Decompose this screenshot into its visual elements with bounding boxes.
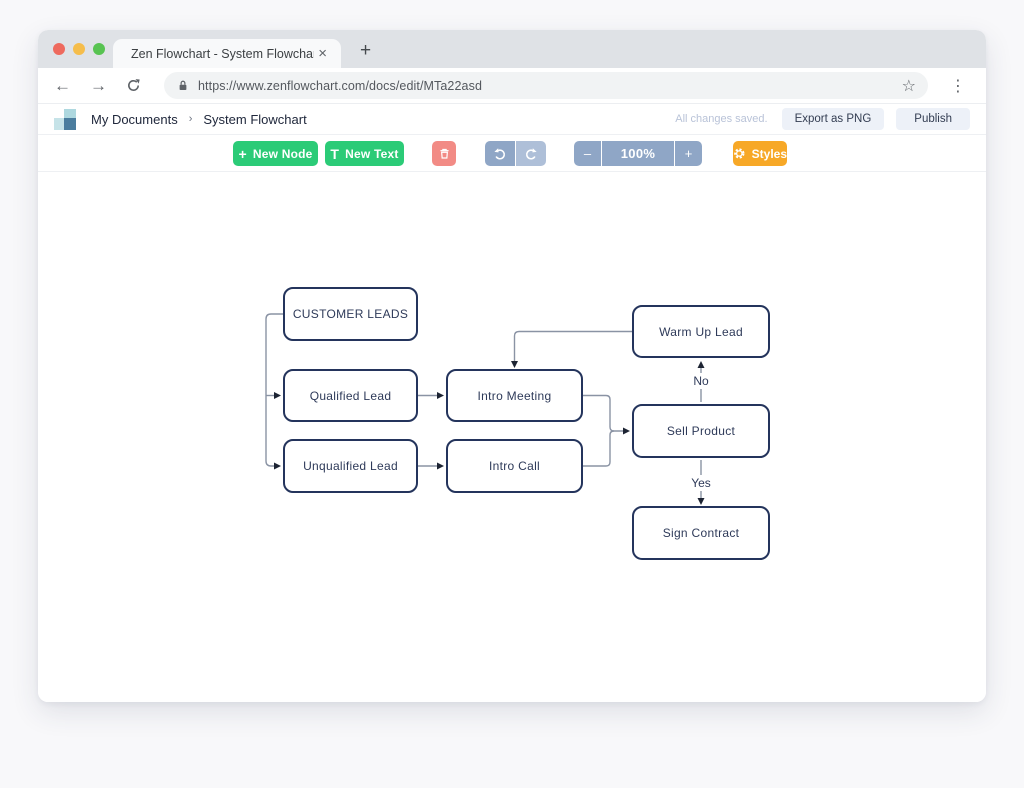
back-icon[interactable]: ← xyxy=(54,77,71,94)
breadcrumb-document-title[interactable]: System Flowchart xyxy=(203,112,306,127)
editor-toolbar: + New Node T New Text – 100% + Styles xyxy=(38,135,986,172)
node-label: CUSTOMER LEADS xyxy=(293,307,408,321)
node-label: Sell Product xyxy=(667,424,735,438)
tab-title: Zen Flowchart - System Flowchart xyxy=(131,47,314,61)
new-node-label: New Node xyxy=(253,147,313,161)
edge-intromeeting-sellproduct xyxy=(583,396,623,432)
gear-icon xyxy=(733,147,746,160)
maximize-window-button[interactable] xyxy=(93,43,105,55)
breadcrumb-my-documents[interactable]: My Documents xyxy=(91,112,178,127)
url-omnibox[interactable]: https://www.zenflowchart.com/docs/edit/M… xyxy=(164,72,928,99)
edge-label-yes: Yes xyxy=(687,475,715,491)
styles-label: Styles xyxy=(752,147,787,161)
node-sign-contract[interactable]: Sign Contract xyxy=(632,506,770,560)
new-tab-button[interactable]: + xyxy=(354,38,377,64)
close-window-button[interactable] xyxy=(53,43,65,55)
undo-redo-group xyxy=(485,141,546,166)
node-intro-call[interactable]: Intro Call xyxy=(446,439,583,493)
tab-close-icon[interactable]: × xyxy=(314,44,331,63)
edge-label-no: No xyxy=(689,373,712,389)
node-label: Warm Up Lead xyxy=(659,325,743,339)
zoom-out-button[interactable]: – xyxy=(574,141,601,166)
bookmark-star-icon[interactable]: ☆ xyxy=(900,76,918,96)
node-label: Intro Call xyxy=(489,459,540,473)
node-intro-meeting[interactable]: Intro Meeting xyxy=(446,369,583,422)
app-header: My Documents › System Flowchart All chan… xyxy=(38,104,986,135)
zoom-level-display: 100% xyxy=(602,141,674,166)
new-text-button[interactable]: T New Text xyxy=(325,141,404,166)
node-label: Qualified Lead xyxy=(310,389,392,403)
redo-button[interactable] xyxy=(516,141,546,166)
breadcrumb-separator: › xyxy=(189,113,193,125)
node-qualified-lead[interactable]: Qualified Lead xyxy=(283,369,418,422)
save-status-text: All changes saved. xyxy=(675,113,767,125)
undo-button[interactable] xyxy=(485,141,515,166)
node-customer-leads[interactable]: CUSTOMER LEADS xyxy=(283,287,418,341)
traffic-lights xyxy=(53,43,105,55)
plus-icon: + xyxy=(239,146,247,162)
undo-icon xyxy=(493,147,507,161)
trash-icon xyxy=(438,147,451,160)
flowchart-canvas[interactable]: CUSTOMER LEADS Qualified Lead Unqualifie… xyxy=(38,172,986,702)
forward-icon[interactable]: → xyxy=(90,77,107,94)
text-tool-icon: T xyxy=(330,146,339,162)
node-label: Intro Meeting xyxy=(478,389,552,403)
browser-window: Zen Flowchart - System Flowchart × + ← →… xyxy=(38,30,986,702)
publish-button[interactable]: Publish xyxy=(896,108,970,130)
new-text-label: New Text xyxy=(345,147,398,161)
node-warm-up-lead[interactable]: Warm Up Lead xyxy=(632,305,770,358)
node-sell-product[interactable]: Sell Product xyxy=(632,404,770,458)
node-label: Unqualified Lead xyxy=(303,459,398,473)
export-png-button[interactable]: Export as PNG xyxy=(782,108,885,130)
zoom-in-button[interactable]: + xyxy=(675,141,702,166)
minimize-window-button[interactable] xyxy=(73,43,85,55)
edge-customerleads-branch xyxy=(266,314,283,466)
redo-icon xyxy=(524,147,538,161)
browser-tab[interactable]: Zen Flowchart - System Flowchart × xyxy=(113,39,341,68)
reload-icon[interactable] xyxy=(126,78,141,93)
edge-introcall-merge xyxy=(583,431,614,466)
url-text: https://www.zenflowchart.com/docs/edit/M… xyxy=(198,79,900,93)
browser-navbar: ← → https://www.zenflowchart.com/docs/ed… xyxy=(38,68,986,104)
flowchart-edges xyxy=(38,172,986,702)
zoom-control-group: – 100% + xyxy=(574,141,702,166)
node-unqualified-lead[interactable]: Unqualified Lead xyxy=(283,439,418,493)
browser-menu-icon[interactable]: ⋮ xyxy=(946,76,970,96)
zen-flowchart-logo xyxy=(54,109,77,130)
node-label: Sign Contract xyxy=(663,526,740,540)
styles-button[interactable]: Styles xyxy=(733,141,787,166)
lock-icon xyxy=(177,79,189,92)
delete-button[interactable] xyxy=(432,141,456,166)
new-node-button[interactable]: + New Node xyxy=(233,141,318,166)
edge-warmup-intromeeting xyxy=(515,332,633,362)
tab-strip: Zen Flowchart - System Flowchart × + xyxy=(38,30,986,68)
